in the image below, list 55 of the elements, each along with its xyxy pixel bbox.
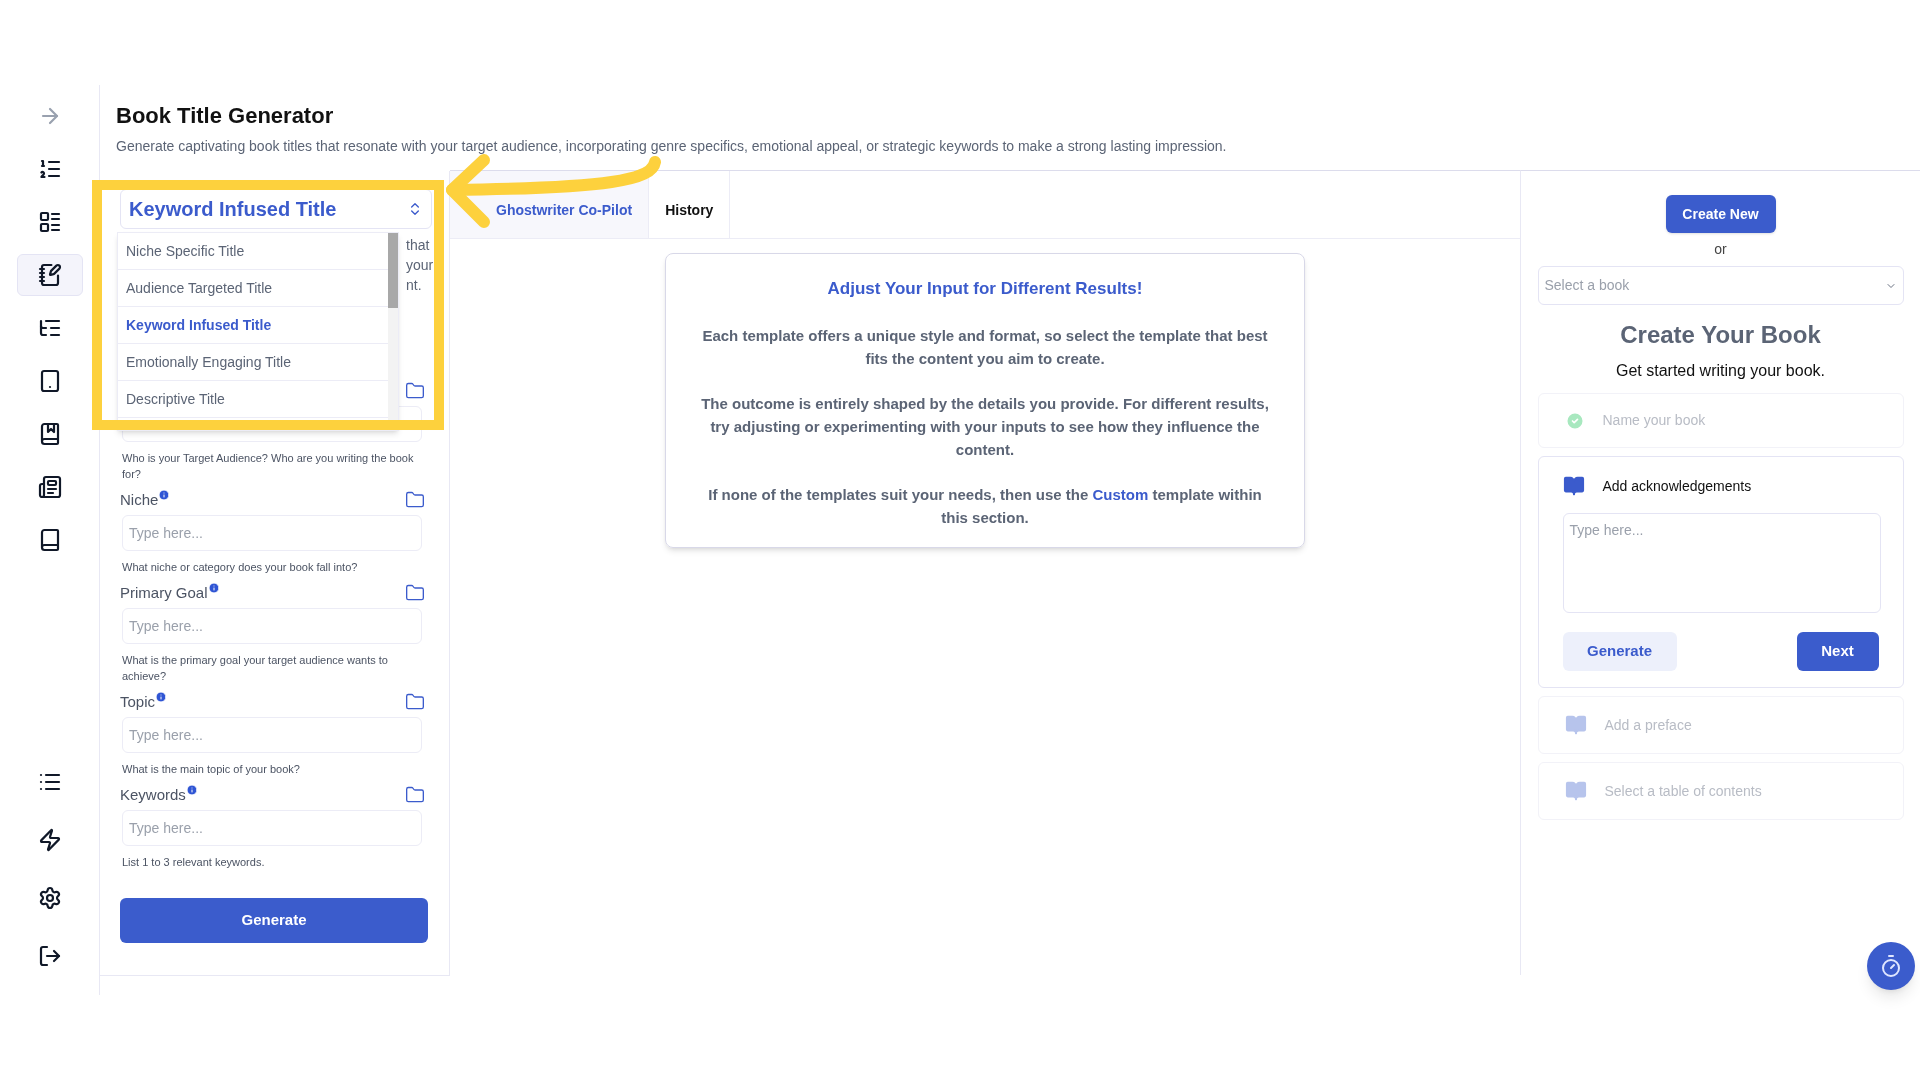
folder-icon[interactable]	[405, 785, 425, 805]
create-new-button[interactable]: Create New	[1665, 195, 1776, 233]
or-text: or	[1714, 240, 1727, 259]
field-label: Niche	[120, 489, 159, 510]
info-paragraph: The outcome is entirely shaped by the details you provide. For different results, try adjusting or experimenting with your inputs to see how they influence the content.	[700, 393, 1270, 460]
folder-icon[interactable]	[405, 692, 425, 712]
info-icon	[158, 488, 171, 501]
stopwatch-icon	[1879, 954, 1903, 978]
custom-link[interactable]: Custom	[1092, 485, 1149, 503]
field-hint: List 1 to 3 relevant keywords.	[122, 855, 266, 870]
step-label: Add acknowledgements	[1602, 476, 1752, 496]
logout-icon	[37, 944, 62, 968]
settings-icon	[37, 886, 62, 910]
next-button[interactable]: Next	[1796, 632, 1879, 671]
floating-timer-button[interactable]	[1867, 942, 1915, 990]
page-description: Generate captivating book titles that resonate with your target audience, incorporating genre specifics, emotional appeal, or strategic keywords to make a strong lasting impression.	[116, 137, 1228, 156]
book-icon	[1564, 714, 1587, 736]
page-title: Book Title Generator	[116, 102, 335, 130]
field-hint: What niche or category does your book fall into?	[122, 560, 359, 575]
table-list-icon	[37, 210, 62, 234]
generate-button[interactable]: Generate	[120, 898, 428, 943]
field-hint: What is the main topic of your book?	[122, 762, 301, 777]
description-fragment: nt.	[406, 276, 423, 295]
notebook-pen-icon	[37, 263, 62, 287]
info-paragraph: If none of the templates suit your needs, then use the Custom template within this section.	[707, 484, 1263, 528]
panel-subtitle: Get started writing your book.	[1616, 361, 1825, 381]
field-hint: What is the primary goal your target audience wants to achieve?	[122, 653, 389, 684]
text-field[interactable]: Type here...	[122, 608, 422, 644]
check-circle-icon	[1564, 410, 1585, 431]
field-label: Topic	[120, 691, 156, 712]
numbered-list-icon	[37, 157, 62, 181]
info-icon	[185, 783, 198, 796]
info-paragraph: Each template offers a unique style and format, so select the template that best fits the content you aim to create.	[701, 325, 1269, 369]
folder-icon[interactable]	[405, 381, 425, 401]
newspaper-icon	[37, 475, 62, 499]
info-icon	[155, 690, 168, 703]
sidebar-item[interactable]	[16, 254, 83, 296]
description-fragment: that	[406, 236, 431, 255]
text-field[interactable]: Type here...	[122, 515, 422, 551]
info-card-title: Adjust Your Input for Different Results!	[827, 278, 1143, 300]
book-icon	[1562, 475, 1585, 497]
text-field[interactable]: Type here...	[122, 810, 422, 846]
panel-title: Create Your Book	[1620, 320, 1821, 350]
lightning-icon	[37, 828, 62, 852]
field-label: Keywords	[120, 784, 186, 805]
book-icon	[1564, 780, 1587, 802]
field-label: Primary Goal	[120, 582, 208, 603]
field-hint: Who is your Target Audience? Who are you writing the book for?	[122, 451, 415, 482]
description-fragment: your	[406, 256, 434, 275]
generate-button[interactable]: Generate	[1562, 632, 1677, 671]
text-field[interactable]: Type here...	[122, 717, 422, 753]
folder-icon[interactable]	[405, 583, 425, 603]
text-area[interactable]: Type here...	[1562, 513, 1881, 613]
info-icon	[207, 581, 220, 594]
folder-icon[interactable]	[405, 490, 425, 510]
